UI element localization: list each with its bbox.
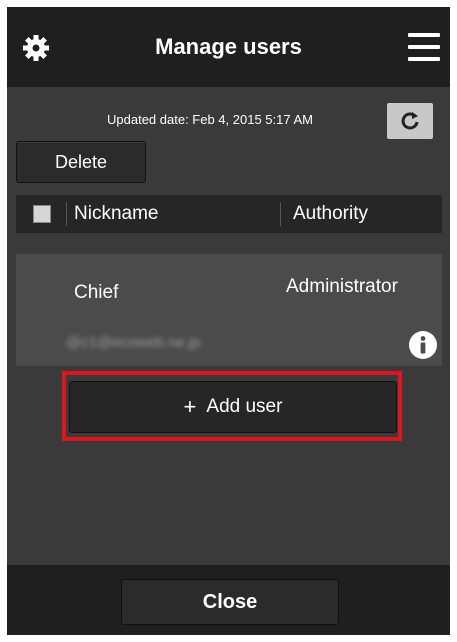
hamburger-menu-icon[interactable] [408, 33, 440, 61]
delete-button[interactable]: Delete [16, 141, 146, 183]
column-divider [280, 202, 281, 226]
table-row[interactable]: Chief Administrator @c1@ecoweb.ne.jp [16, 254, 442, 366]
user-authority: Administrator [286, 276, 398, 297]
menu-bar [408, 57, 440, 61]
add-user-label: Add user [206, 396, 283, 417]
page-title: Manage users [155, 34, 302, 59]
menu-bar [408, 45, 440, 49]
app-frame: Manage users Updated date: Feb 4, 2015 5… [7, 7, 450, 635]
close-button[interactable]: Close [121, 579, 339, 625]
footer-bar: Close [7, 565, 450, 635]
add-user-button[interactable]: + Add user [69, 381, 397, 433]
user-nickname: Chief [74, 282, 119, 303]
column-header-authority: Authority [293, 203, 368, 224]
column-divider [66, 202, 67, 226]
column-header-nickname: Nickname [74, 203, 159, 224]
user-email: @c1@ecoweb.ne.jp [66, 334, 201, 351]
table-header: Nickname Authority [16, 195, 442, 233]
refresh-button[interactable] [387, 103, 433, 139]
info-icon[interactable] [408, 330, 438, 360]
menu-bar [408, 33, 440, 37]
refresh-icon [401, 112, 419, 130]
select-all-checkbox[interactable] [33, 205, 51, 223]
header-bar: Manage users [7, 7, 450, 87]
updated-date-text: Updated date: Feb 4, 2015 5:17 AM [107, 112, 313, 127]
plus-icon: + [183, 394, 197, 419]
